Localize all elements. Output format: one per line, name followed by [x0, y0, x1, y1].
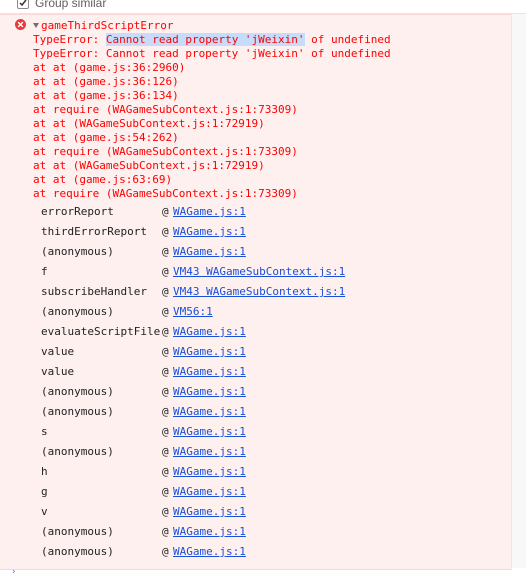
console-toolbar: Group similar [0, 0, 526, 14]
stack-frame-at: @ [162, 285, 169, 298]
stack-frame-at: @ [162, 305, 169, 318]
scrollbar[interactable] [511, 14, 526, 568]
stack-frame-at: @ [162, 465, 169, 478]
stack-frame-source-link[interactable]: WAGame.js:1 [173, 342, 246, 362]
group-similar-label[interactable]: Group similar [35, 0, 106, 10]
error-stack-line: at at (game.js:63:69) [33, 173, 173, 186]
checkbox-checked-icon[interactable] [17, 0, 29, 9]
chevron-right-icon[interactable]: › [12, 568, 16, 575]
error-stack-line: TypeError: Cannot read property 'jWeixin… [33, 47, 391, 60]
error-stack-line: at at (game.js:54:262) [33, 131, 179, 144]
stack-frame-source-link[interactable]: VM56:1 [173, 302, 213, 322]
error-stack-line: at at (game.js:36:126) [33, 75, 179, 88]
stack-frame-at: @ [162, 205, 169, 218]
stack-frame-source-link[interactable]: WAGame.js:1 [173, 202, 246, 222]
stack-frame-row: subscribeHandler @ VM43 WAGameSubContext.j… [0, 282, 512, 302]
error-stack-line: at at (WAGameSubContext.js:1:72919) [33, 117, 265, 130]
stack-frame-function: (anonymous) [41, 445, 114, 458]
stack-frame-function: v [41, 505, 48, 518]
stack-frame-function: (anonymous) [41, 305, 114, 318]
stack-frame-row: g @ WAGame.js:1 [0, 482, 512, 502]
stack-frame-function: h [41, 465, 48, 478]
stack-frame-at: @ [162, 445, 169, 458]
stack-frame-row: (anonymous) @ WAGame.js:1 [0, 242, 512, 262]
stack-frame-row: (anonymous) @ VM56:1 [0, 302, 512, 322]
stack-frame-row: (anonymous) @ WAGame.js:1 [0, 542, 512, 562]
stack-frame-function: value [41, 365, 75, 378]
stack-frame-source-link[interactable]: WAGame.js:1 [173, 382, 246, 402]
stack-frame-function: evaluateScriptFile [41, 325, 161, 338]
stack-frame-function: s [41, 425, 48, 438]
stack-frame-function: value [41, 345, 75, 358]
stack-frame-source-link[interactable]: WAGame.js:1 [173, 442, 246, 462]
stack-frame-source-link[interactable]: WAGame.js:1 [173, 422, 246, 442]
stack-frame-source-link[interactable]: WAGame.js:1 [173, 522, 246, 542]
stack-frame-row: (anonymous) @ WAGame.js:1 [0, 442, 512, 462]
stack-frame-at: @ [162, 245, 169, 258]
stack-frame-row: h @ WAGame.js:1 [0, 462, 512, 482]
stack-frame-source-link[interactable]: WAGame.js:1 [173, 362, 246, 382]
stack-frame-at: @ [162, 325, 169, 338]
stack-frame-at: @ [162, 505, 169, 518]
stack-frame-function: g [41, 485, 48, 498]
stack-frame-function: (anonymous) [41, 545, 114, 558]
stack-frame-at: @ [162, 405, 169, 418]
stack-frame-row: value @ WAGame.js:1 [0, 342, 512, 362]
stack-frame-function: thirdErrorReport [41, 225, 147, 238]
stack-frame-source-link[interactable]: WAGame.js:1 [173, 222, 246, 242]
error-stack-line: at at (WAGameSubContext.js:1:72919) [33, 159, 265, 172]
stack-frame-row: (anonymous) @ WAGame.js:1 [0, 402, 512, 422]
error-message-prefix: TypeError: [33, 33, 106, 46]
error-message-line: TypeError: Cannot read property 'jWeixin… [33, 33, 391, 47]
error-stack-line: at at (game.js:36:134) [33, 89, 179, 102]
stack-frame-at: @ [162, 265, 169, 278]
expand-triangle-icon[interactable] [33, 23, 39, 28]
stack-frame-source-link[interactable]: WAGame.js:1 [173, 322, 246, 342]
stack-frame-source-link[interactable]: WAGame.js:1 [173, 482, 246, 502]
stack-frame-function: errorReport [41, 205, 114, 218]
stack-frame-row: v @ WAGame.js:1 [0, 502, 512, 522]
stack-frame-at: @ [162, 345, 169, 358]
stack-frame-row: evaluateScriptFile @ WAGame.js:1 [0, 322, 512, 342]
stack-frame-function: subscribeHandler [41, 285, 147, 298]
stack-frame-source-link[interactable]: WAGame.js:1 [173, 542, 246, 562]
stack-frame-at: @ [162, 425, 169, 438]
error-stack-line: at require (WAGameSubContext.js:1:73309) [33, 145, 298, 158]
error-message-suffix: of undefined [304, 33, 391, 46]
stack-frame-row: thirdErrorReport @ WAGame.js:1 [0, 222, 512, 242]
stack-frame-function: (anonymous) [41, 245, 114, 258]
stack-frame-source-link[interactable]: VM43 WAGameSubContext.js:1 [173, 262, 345, 282]
error-title[interactable]: gameThirdScriptError [41, 19, 173, 33]
stack-frame-at: @ [162, 485, 169, 498]
stack-frame-at: @ [162, 225, 169, 238]
stack-frame-at: @ [162, 385, 169, 398]
stack-frame-row: (anonymous) @ WAGame.js:1 [0, 522, 512, 542]
error-circle-icon [15, 19, 26, 30]
error-message-highlight: Cannot read property 'jWeixin' [105, 33, 305, 46]
stack-frame-function: (anonymous) [41, 385, 114, 398]
stack-frame-row: errorReport @ WAGame.js:1 [0, 202, 512, 222]
error-stack-line: at at (game.js:36:2960) [33, 61, 186, 74]
stack-frame-at: @ [162, 525, 169, 538]
stack-frame-at: @ [162, 545, 169, 558]
stack-frame-source-link[interactable]: VM43 WAGameSubContext.js:1 [173, 282, 345, 302]
stack-frame-function: (anonymous) [41, 405, 114, 418]
stack-frame-row: s @ WAGame.js:1 [0, 422, 512, 442]
stack-frame-source-link[interactable]: WAGame.js:1 [173, 402, 246, 422]
stack-frame-row: f @ VM43 WAGameSubContext.js:1 [0, 262, 512, 282]
stack-frame-at: @ [162, 365, 169, 378]
stack-frame-source-link[interactable]: WAGame.js:1 [173, 242, 246, 262]
stack-frame-source-link[interactable]: WAGame.js:1 [173, 502, 246, 522]
stack-frame-function: (anonymous) [41, 525, 114, 538]
error-stack-line: at require (WAGameSubContext.js:1:73309) [33, 187, 298, 200]
stack-frame-function: f [41, 265, 48, 278]
stack-frame-source-link[interactable]: WAGame.js:1 [173, 462, 246, 482]
error-stack-line: at require (WAGameSubContext.js:1:73309) [33, 103, 298, 116]
stack-frame-row: (anonymous) @ WAGame.js:1 [0, 382, 512, 402]
stack-frame-row: value @ WAGame.js:1 [0, 362, 512, 382]
